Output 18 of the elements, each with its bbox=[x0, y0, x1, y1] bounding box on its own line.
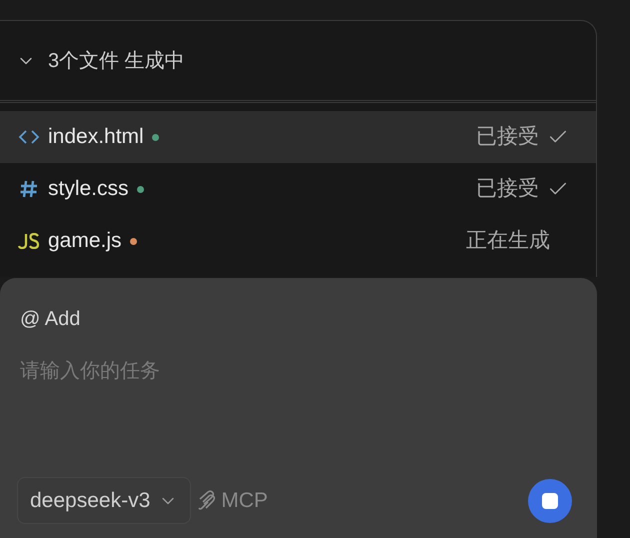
task-input-field[interactable]: @ Add 请输入你的任务 deepseek-v3 MCP bbox=[0, 278, 597, 538]
file-status: 已接受 bbox=[476, 176, 539, 202]
file-status: 正在生成 bbox=[466, 228, 550, 254]
stop-icon bbox=[542, 492, 558, 508]
model-select[interactable]: deepseek-v3 bbox=[17, 477, 192, 524]
file-name: style.css bbox=[48, 176, 129, 202]
add-context-button[interactable]: @ Add bbox=[20, 304, 80, 334]
hash-icon bbox=[19, 179, 39, 199]
stop-button[interactable] bbox=[528, 478, 572, 522]
code-icon bbox=[18, 129, 40, 145]
file-name: game.js bbox=[48, 228, 122, 254]
file-row[interactable]: index.html 已接受 bbox=[0, 111, 596, 163]
file-row[interactable]: style.css 已接受 bbox=[0, 163, 596, 215]
file-name: index.html bbox=[48, 124, 144, 150]
file-row[interactable]: game.js 正在生成 bbox=[0, 215, 596, 267]
js-icon bbox=[18, 233, 40, 249]
files-header[interactable]: 3个文件 生成中 bbox=[0, 21, 596, 103]
file-status: 已接受 bbox=[476, 124, 539, 150]
